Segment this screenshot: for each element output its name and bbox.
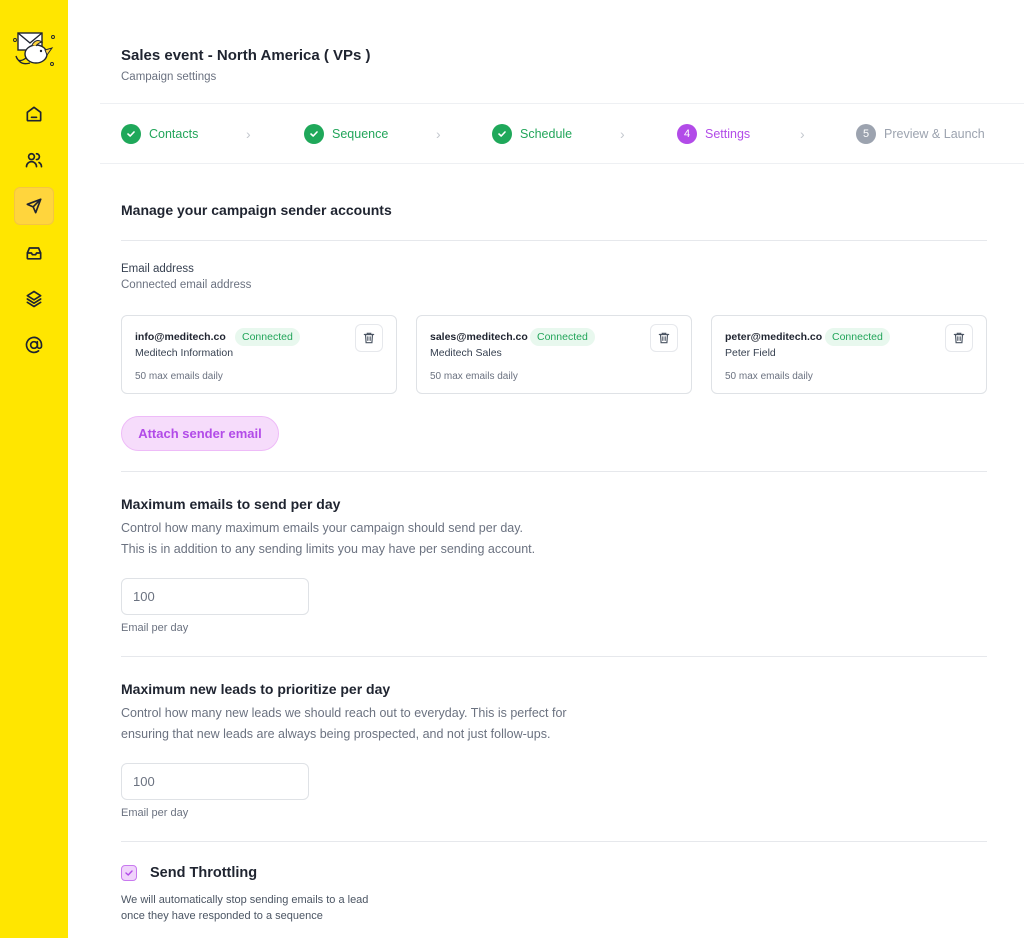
page-subtitle: Campaign settings [121, 71, 217, 83]
nav-campaigns[interactable] [14, 187, 54, 225]
sender-email: info@meditech.co [135, 331, 226, 343]
trash-icon [953, 332, 965, 344]
max-emails-desc-line2: This is in addition to any sending limit… [121, 542, 536, 556]
max-leads-title: Maximum new leads to prioritize per day [121, 681, 391, 697]
home-icon [26, 106, 42, 122]
campaign-stepper: Contacts › Sequence › Schedule › 4 Setti… [100, 103, 1024, 164]
sender-limit: 50 max emails daily [725, 371, 813, 382]
inbox-icon [26, 247, 42, 260]
chevron-right-icon: › [436, 126, 441, 142]
nav-templates[interactable] [14, 280, 54, 318]
delete-sender-button[interactable] [650, 324, 678, 352]
step-number: 4 [677, 124, 697, 144]
at-icon [25, 336, 43, 354]
check-icon [121, 124, 141, 144]
main-content: Sales event - North America ( VPs ) Camp… [100, 0, 1024, 938]
email-address-label: Email address [121, 263, 194, 275]
max-leads-desc-line2: ensuring that new leads are always being… [121, 727, 551, 741]
chevron-right-icon: › [800, 126, 805, 142]
send-throttling-desc-line1: We will automatically stop sending email… [121, 894, 369, 906]
status-badge: Connected [235, 328, 300, 346]
step-label: Settings [705, 127, 751, 141]
sidebar [0, 0, 68, 938]
send-throttling-desc: We will automatically stop sending email… [121, 892, 368, 924]
send-icon [26, 198, 42, 214]
attach-sender-email-button[interactable]: Attach sender email [121, 416, 279, 451]
chevron-right-icon: › [620, 126, 625, 142]
send-throttling-desc-line2: once they have responded to a sequence [121, 910, 323, 922]
chevron-right-icon: › [246, 126, 251, 142]
step-sequence[interactable]: Sequence [304, 124, 388, 144]
sender-limit: 50 max emails daily [135, 371, 223, 382]
app-logo[interactable] [12, 30, 58, 72]
layers-icon [26, 290, 42, 308]
sender-name: Peter Field [725, 347, 776, 359]
sender-name: Meditech Information [135, 347, 234, 359]
send-throttling-checkbox[interactable] [121, 865, 137, 881]
max-emails-input[interactable] [121, 578, 309, 615]
nav-email-accounts[interactable] [14, 326, 54, 364]
nav-inbox[interactable] [14, 234, 54, 272]
sender-name: Meditech Sales [430, 347, 502, 359]
sender-email: sales@meditech.co [430, 331, 528, 343]
nav-home[interactable] [14, 95, 54, 133]
step-label: Contacts [149, 127, 199, 141]
sender-card: peter@meditech.co Connected Peter Field … [711, 315, 987, 394]
max-emails-title: Maximum emails to send per day [121, 496, 341, 512]
step-settings[interactable]: 4 Settings [677, 124, 750, 144]
sender-email: peter@meditech.co [725, 331, 823, 343]
step-preview-launch[interactable]: 5 Preview & Launch [856, 124, 985, 144]
trash-icon [363, 332, 375, 344]
email-address-sublabel: Connected email address [121, 279, 252, 291]
step-label: Sequence [332, 127, 389, 141]
page-title: Sales event - North America ( VPs ) [121, 47, 371, 64]
nav-contacts[interactable] [14, 141, 54, 179]
divider [121, 240, 987, 241]
divider [121, 471, 987, 472]
step-contacts[interactable]: Contacts [121, 124, 198, 144]
check-icon [492, 124, 512, 144]
max-leads-input[interactable] [121, 763, 309, 800]
send-throttling-title: Send Throttling [150, 865, 258, 881]
max-emails-desc-line1: Control how many maximum emails your cam… [121, 521, 524, 535]
users-icon [25, 152, 43, 168]
check-icon [125, 870, 133, 876]
sender-card: sales@meditech.co Connected Meditech Sal… [416, 315, 692, 394]
status-badge: Connected [825, 328, 890, 346]
step-label: Preview & Launch [884, 127, 985, 141]
max-leads-hint: Email per day [121, 807, 189, 819]
trash-icon [658, 332, 670, 344]
step-number: 5 [856, 124, 876, 144]
delete-sender-button[interactable] [945, 324, 973, 352]
delete-sender-button[interactable] [355, 324, 383, 352]
divider [121, 841, 987, 842]
sender-limit: 50 max emails daily [430, 371, 518, 382]
step-schedule[interactable]: Schedule [492, 124, 572, 144]
sender-card: info@meditech.co Connected Meditech Info… [121, 315, 397, 394]
max-emails-hint: Email per day [121, 622, 189, 634]
status-badge: Connected [530, 328, 595, 346]
divider [121, 656, 987, 657]
max-leads-desc-line1: Control how many new leads we should rea… [121, 706, 567, 720]
sender-accounts-title: Manage your campaign sender accounts [121, 202, 392, 218]
check-icon [304, 124, 324, 144]
step-label: Schedule [520, 127, 573, 141]
